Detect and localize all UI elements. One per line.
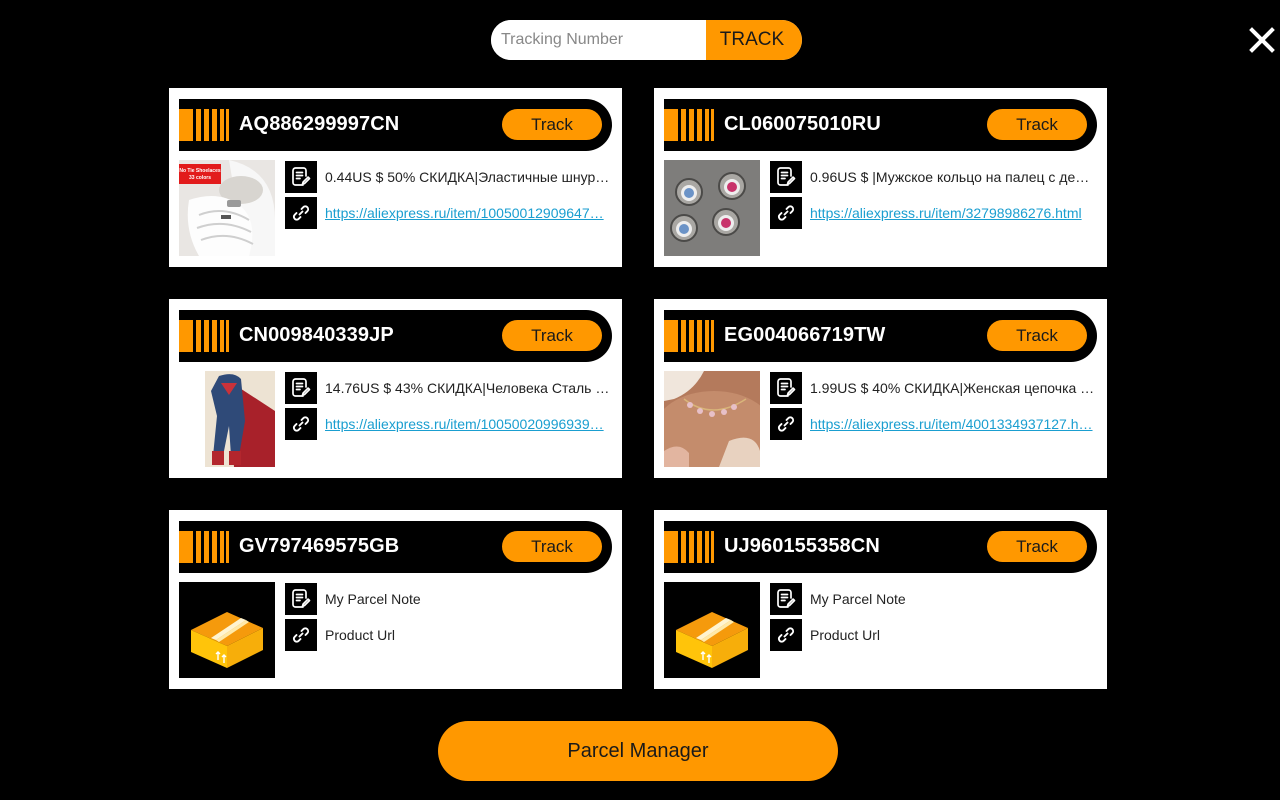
parcel-note-text[interactable]: My Parcel Note bbox=[325, 591, 421, 607]
parcel-card: GV797469575GB Track My Parcel Note Produ… bbox=[169, 510, 622, 689]
parcel-note-row: 14.76US $ 43% СКИДКА|Человека Сталь … bbox=[285, 372, 615, 404]
product-thumbnail bbox=[664, 160, 760, 256]
parcel-card: CL060075010RU Track 0.96US $ |Мужское ко… bbox=[654, 88, 1107, 267]
parcel-manager-button[interactable]: Parcel Manager bbox=[438, 721, 838, 781]
parcel-note-row: 0.44US $ 50% СКИДКА|Эластичные шнур… bbox=[285, 161, 615, 193]
product-url[interactable]: https://aliexpress.ru/item/1005001290964… bbox=[325, 205, 604, 221]
parcel-card-header: CN009840339JP Track bbox=[179, 310, 612, 362]
card-track-button[interactable]: Track bbox=[502, 109, 602, 140]
link-icon[interactable] bbox=[285, 408, 317, 440]
parcel-card-header: UJ960155358CN Track bbox=[664, 521, 1097, 573]
close-icon bbox=[1249, 27, 1275, 53]
product-url[interactable]: Product Url bbox=[325, 627, 395, 643]
parcel-card: AQ886299997CN Track No Tie Shoelaces 33 … bbox=[169, 88, 622, 267]
close-button[interactable] bbox=[1248, 26, 1276, 54]
product-url[interactable]: https://aliexpress.ru/item/32798986276.h… bbox=[810, 205, 1082, 221]
tracking-number: UJ960155358CN bbox=[724, 535, 880, 557]
product-thumbnail: No Tie Shoelaces 33 colors bbox=[179, 160, 275, 256]
product-url-row: Product Url bbox=[770, 619, 1100, 651]
link-icon[interactable] bbox=[285, 619, 317, 651]
parcel-note-text[interactable]: 14.76US $ 43% СКИДКА|Человека Сталь … bbox=[325, 380, 609, 396]
svg-text:No Tie Shoelaces: No Tie Shoelaces bbox=[179, 168, 221, 174]
note-edit-icon[interactable] bbox=[285, 583, 317, 615]
product-image bbox=[664, 160, 760, 256]
parcel-card: EG004066719TW Track 1.99US $ 40% СКИДКА|… bbox=[654, 299, 1107, 478]
parcel-note-text[interactable]: My Parcel Note bbox=[810, 591, 906, 607]
product-thumbnail bbox=[664, 371, 760, 467]
track-button[interactable]: TRACK bbox=[706, 20, 802, 60]
parcel-note-row: 1.99US $ 40% СКИДКА|Женская цепочка … bbox=[770, 372, 1100, 404]
tracking-number: EG004066719TW bbox=[724, 324, 886, 346]
parcel-note-row: My Parcel Note bbox=[770, 583, 1100, 615]
barcode-icon bbox=[179, 109, 239, 141]
barcode-icon bbox=[664, 531, 724, 563]
card-track-button[interactable]: Track bbox=[502, 320, 602, 351]
card-track-button[interactable]: Track bbox=[987, 531, 1087, 562]
parcel-card-header: EG004066719TW Track bbox=[664, 310, 1097, 362]
product-url-row: https://aliexpress.ru/item/4001334937127… bbox=[770, 408, 1100, 440]
barcode-icon bbox=[179, 320, 239, 352]
tracking-number: AQ886299997CN bbox=[239, 113, 400, 135]
note-edit-icon[interactable] bbox=[285, 161, 317, 193]
product-url-row: Product Url bbox=[285, 619, 615, 651]
product-thumbnail bbox=[664, 582, 760, 678]
link-icon[interactable] bbox=[770, 197, 802, 229]
product-url-row: https://aliexpress.ru/item/1005002099693… bbox=[285, 408, 615, 440]
product-image: No Tie Shoelaces 33 colors bbox=[179, 160, 275, 256]
product-url[interactable]: https://aliexpress.ru/item/4001334937127… bbox=[810, 416, 1093, 432]
barcode-icon bbox=[664, 109, 724, 141]
tracking-number-input[interactable] bbox=[491, 20, 706, 60]
link-icon[interactable] bbox=[285, 197, 317, 229]
note-edit-icon[interactable] bbox=[770, 372, 802, 404]
parcel-card-header: GV797469575GB Track bbox=[179, 521, 612, 573]
parcel-note-text[interactable]: 0.96US $ |Мужское кольцо на палец с де… bbox=[810, 169, 1089, 185]
product-url-row: https://aliexpress.ru/item/32798986276.h… bbox=[770, 197, 1100, 229]
parcel-note-text[interactable]: 1.99US $ 40% СКИДКА|Женская цепочка … bbox=[810, 380, 1094, 396]
product-image bbox=[179, 371, 275, 467]
note-edit-icon[interactable] bbox=[770, 583, 802, 615]
product-url[interactable]: Product Url bbox=[810, 627, 880, 643]
parcel-card: UJ960155358CN Track My Parcel Note Produ… bbox=[654, 510, 1107, 689]
tracking-number: CN009840339JP bbox=[239, 324, 394, 346]
product-url[interactable]: https://aliexpress.ru/item/1005002099693… bbox=[325, 416, 604, 432]
parcel-card-header: CL060075010RU Track bbox=[664, 99, 1097, 151]
tracking-number: CL060075010RU bbox=[724, 113, 881, 135]
card-track-button[interactable]: Track bbox=[987, 109, 1087, 140]
parcel-note-row: 0.96US $ |Мужское кольцо на палец с де… bbox=[770, 161, 1100, 193]
product-url-row: https://aliexpress.ru/item/1005001290964… bbox=[285, 197, 615, 229]
note-edit-icon[interactable] bbox=[770, 161, 802, 193]
product-thumbnail bbox=[179, 371, 275, 467]
package-icon bbox=[664, 582, 760, 678]
card-track-button[interactable]: Track bbox=[502, 531, 602, 562]
parcel-card: CN009840339JP Track 14.76US $ 43% СКИДКА… bbox=[169, 299, 622, 478]
tracking-number: GV797469575GB bbox=[239, 535, 400, 557]
svg-text:33 colors: 33 colors bbox=[189, 175, 211, 181]
parcel-note-row: My Parcel Note bbox=[285, 583, 615, 615]
parcel-card-header: AQ886299997CN Track bbox=[179, 99, 612, 151]
barcode-icon bbox=[664, 320, 724, 352]
link-icon[interactable] bbox=[770, 408, 802, 440]
parcel-note-text[interactable]: 0.44US $ 50% СКИДКА|Эластичные шнур… bbox=[325, 169, 609, 185]
tracking-search-bar: TRACK bbox=[491, 20, 802, 60]
product-thumbnail bbox=[179, 582, 275, 678]
card-track-button[interactable]: Track bbox=[987, 320, 1087, 351]
link-icon[interactable] bbox=[770, 619, 802, 651]
package-icon bbox=[179, 582, 275, 678]
product-image bbox=[664, 371, 760, 467]
barcode-icon bbox=[179, 531, 239, 563]
note-edit-icon[interactable] bbox=[285, 372, 317, 404]
